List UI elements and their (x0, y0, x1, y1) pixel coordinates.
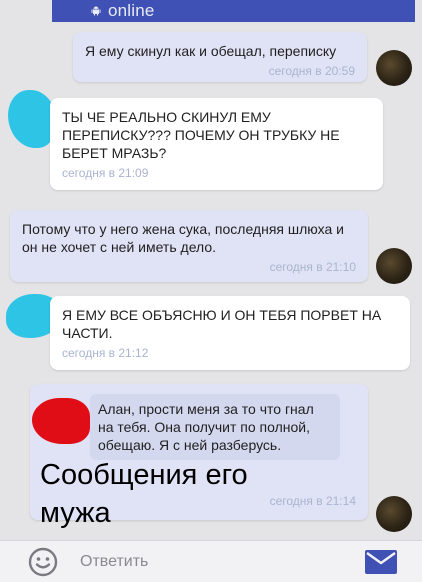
message-time: сегодня в 21:12 (62, 346, 149, 360)
overlay-caption: Сообщения его мужа (40, 459, 248, 529)
message-text: ТЫ ЧЕ РЕАЛЬНО СКИНУЛ ЕМУ ПЕРЕПИСКУ??? ПО… (62, 109, 340, 161)
message-text: Я ему скинул как и обещал, переписку (85, 43, 337, 59)
smile-icon[interactable] (28, 547, 58, 577)
reply-input[interactable] (80, 553, 330, 571)
avatar[interactable] (376, 248, 412, 284)
message-incoming[interactable]: Я ЕМУ ВСЕ ОБЪЯСНЮ И ОН ТЕБЯ ПОРВЕТ НА ЧА… (50, 296, 410, 370)
online-status: online (108, 1, 155, 20)
message-time: сегодня в 21:09 (62, 166, 149, 180)
cyan-scribble-avatar-cover (8, 90, 56, 148)
message-text: Алан, прости меня за то что гнал на тебя… (90, 394, 340, 460)
message-time: сегодня в 21:10 (269, 260, 356, 274)
message-time: сегодня в 20:59 (268, 64, 355, 78)
message-text: Я ЕМУ ВСЕ ОБЪЯСНЮ И ОН ТЕБЯ ПОРВЕТ НА ЧА… (62, 307, 382, 341)
message-outgoing[interactable]: Потому что у него жена сука, последняя ш… (10, 210, 368, 282)
red-scribble-avatar-cover (32, 398, 90, 444)
message-outgoing[interactable]: Я ему скинул как и обещал, переписку сег… (73, 32, 367, 82)
message-incoming[interactable]: ТЫ ЧЕ РЕАЛЬНО СКИНУЛ ЕМУ ПЕРЕПИСКУ??? ПО… (50, 98, 383, 190)
reply-bar (0, 540, 422, 582)
contact-status-bar: online (52, 0, 415, 22)
message-text: Потому что у него жена сука, последняя ш… (22, 221, 344, 255)
envelope-icon[interactable] (365, 550, 397, 574)
android-icon (91, 6, 101, 16)
avatar[interactable] (376, 496, 412, 532)
avatar[interactable] (376, 50, 412, 86)
